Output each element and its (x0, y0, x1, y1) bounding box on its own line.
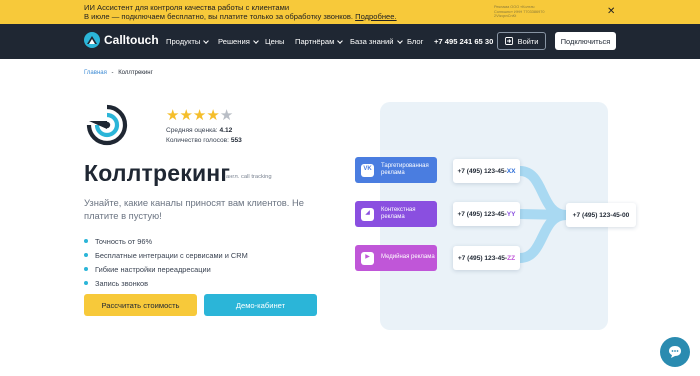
tracking-number-2: +7 (495) 123-45- YY (453, 202, 520, 226)
merge-line-3 (519, 210, 567, 263)
tracking-number-1-prefix: +7 (495) 123-45- (457, 167, 507, 175)
channel-context: ◢ Контекстная реклама (355, 201, 437, 227)
chat-icon[interactable] (660, 337, 690, 367)
channel-media-label: Медийная реклама (381, 254, 435, 261)
tracking-number-2-prefix: +7 (495) 123-45- (457, 210, 507, 218)
channel-context-label: Контекстная реклама (381, 206, 416, 221)
channel-media: ▶ Медийная реклама (355, 245, 437, 271)
main-number: +7 (495) 123-45-00 (566, 203, 636, 227)
play-icon: ▶ (361, 251, 374, 265)
tracking-number-1-suffix: XX (506, 167, 516, 175)
tracking-number-3-prefix: +7 (495) 123-45- (457, 254, 508, 262)
yandex-direct-icon: ◢ (361, 207, 374, 221)
tracking-number-3: +7 (495) 123-45- ZZ (453, 246, 520, 270)
tracking-number-3-suffix: ZZ (507, 254, 516, 262)
channel-targeted: VK Таргетированная реклама (355, 157, 437, 183)
chat-bubble-icon (669, 346, 681, 358)
merge-line-1 (519, 166, 567, 220)
channel-targeted-label: Таргетированная реклама (381, 162, 429, 177)
tracking-number-1: +7 (495) 123-45- XX (453, 159, 520, 183)
vk-icon: VK (361, 163, 374, 177)
tracking-number-2-suffix: YY (506, 210, 516, 218)
flow-lines (437, 166, 567, 263)
